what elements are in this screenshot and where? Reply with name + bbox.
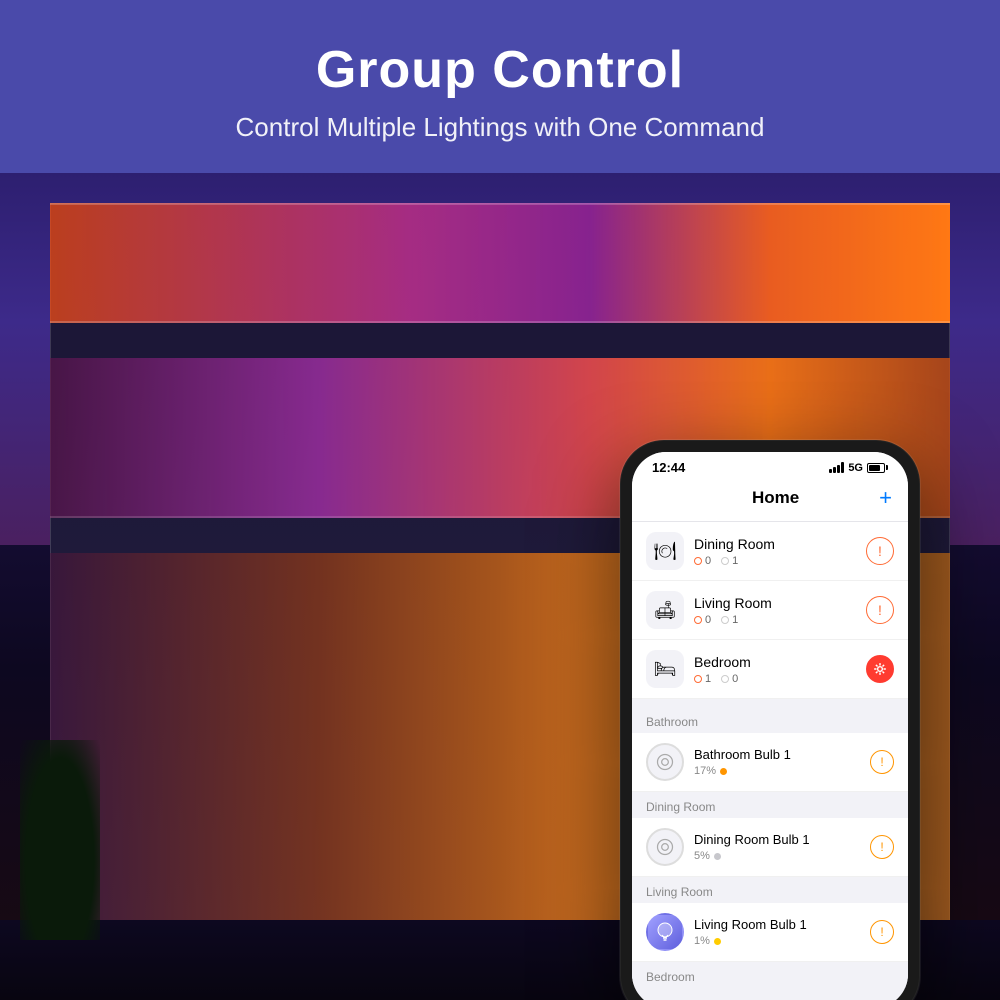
bedroom-section-header: Bedroom bbox=[632, 962, 908, 988]
tree-left bbox=[20, 740, 100, 940]
floor-upper bbox=[50, 203, 950, 323]
bathroom-bulb-name: Bathroom Bulb 1 bbox=[694, 747, 870, 762]
dining-room-action[interactable]: ! bbox=[866, 537, 894, 565]
bedroom-stat1: 1 bbox=[694, 673, 711, 685]
bedroom-device-section: Bedroom bbox=[632, 962, 908, 988]
bathroom-alert-icon[interactable]: ! bbox=[870, 750, 894, 774]
room-row[interactable]: 🛏 Bedroom 1 bbox=[632, 640, 908, 699]
bathroom-device-list: Bathroom Bulb 1 17% ! bbox=[632, 733, 908, 792]
dining-device-section: Dining Room bbox=[632, 792, 908, 877]
dining-section-header: Dining Room bbox=[632, 792, 908, 818]
bathroom-brightness: 17% bbox=[694, 765, 716, 777]
living-room-icon: 🛋 bbox=[646, 591, 684, 629]
living-room-info: Living Room 0 1 bbox=[694, 595, 866, 626]
app-content[interactable]: 🍽 Dining Room 0 bbox=[632, 522, 908, 1000]
living-bulb-info: Living Room Bulb 1 1% bbox=[694, 917, 870, 947]
dining-stat1: 0 bbox=[694, 555, 711, 567]
bedroom-stat2: 0 bbox=[721, 673, 738, 685]
header-section: Group Control Control Multiple Lightings… bbox=[0, 0, 1000, 173]
phone-container: 12:44 5G bbox=[620, 440, 920, 1000]
bedroom-stat2-count: 0 bbox=[732, 673, 738, 685]
status-time: 12:44 bbox=[652, 460, 685, 475]
room-groups: 🍽 Dining Room 0 bbox=[632, 522, 908, 699]
dining-status-dot bbox=[714, 853, 721, 860]
living-device-section: Living Room bbox=[632, 877, 908, 962]
add-button[interactable]: + bbox=[879, 485, 892, 511]
battery-icon bbox=[867, 463, 888, 473]
app-title: Home bbox=[672, 488, 879, 508]
status-icons: 5G bbox=[829, 462, 888, 474]
phone-screen: 12:44 5G bbox=[632, 452, 908, 1000]
dining-bulb-name: Dining Room Bulb 1 bbox=[694, 832, 870, 847]
living-room-stats: 0 1 bbox=[694, 614, 866, 626]
living-bulb-status: 1% bbox=[694, 935, 870, 947]
dining-stat1-count: 0 bbox=[705, 555, 711, 567]
page-wrapper: Group Control Control Multiple Lightings… bbox=[0, 0, 1000, 1000]
dining-bulb-icon bbox=[646, 828, 684, 866]
bedroom-info: Bedroom 1 0 bbox=[694, 654, 866, 685]
living-section-header: Living Room bbox=[632, 877, 908, 903]
living-room-name: Living Room bbox=[694, 595, 866, 611]
dining-room-name: Dining Room bbox=[694, 536, 866, 552]
living-stat1-count: 0 bbox=[705, 614, 711, 626]
signal-bars-icon bbox=[829, 462, 844, 473]
bedroom-stat1-count: 1 bbox=[705, 673, 711, 685]
living-bulb-icon bbox=[646, 913, 684, 951]
device-row[interactable]: Living Room Bulb 1 1% ! bbox=[632, 903, 908, 962]
bathroom-bulb-icon bbox=[646, 743, 684, 781]
bedroom-icon: 🛏 bbox=[646, 650, 684, 688]
dining-brightness: 5% bbox=[694, 850, 710, 862]
dining-room-icon: 🍽 bbox=[646, 532, 684, 570]
living-bulb-name: Living Room Bulb 1 bbox=[694, 917, 870, 932]
device-row[interactable]: Bathroom Bulb 1 17% ! bbox=[632, 733, 908, 792]
living-status-dot bbox=[714, 938, 721, 945]
dining-bulb-info: Dining Room Bulb 1 5% bbox=[694, 832, 870, 862]
bedroom-name: Bedroom bbox=[694, 654, 866, 670]
dining-bulb-status: 5% bbox=[694, 850, 870, 862]
device-row[interactable]: Dining Room Bulb 1 5% ! bbox=[632, 818, 908, 877]
living-stat1: 0 bbox=[694, 614, 711, 626]
dining-room-info: Dining Room 0 1 bbox=[694, 536, 866, 567]
dining-room-stats: 0 1 bbox=[694, 555, 866, 567]
network-label: 5G bbox=[848, 462, 863, 474]
living-stat2: 1 bbox=[721, 614, 738, 626]
bedroom-room-action[interactable] bbox=[866, 655, 894, 683]
bathroom-section-header: Bathroom bbox=[632, 707, 908, 733]
sub-title: Control Multiple Lightings with One Comm… bbox=[20, 112, 980, 143]
room-row[interactable]: 🛋 Living Room 0 bbox=[632, 581, 908, 640]
dining-device-list: Dining Room Bulb 1 5% ! bbox=[632, 818, 908, 877]
main-title: Group Control bbox=[20, 40, 980, 100]
house-section: 12:44 5G bbox=[0, 173, 1000, 1000]
bathroom-bulb-status: 17% bbox=[694, 765, 870, 777]
living-device-list: Living Room Bulb 1 1% ! bbox=[632, 903, 908, 962]
dining-stat2-count: 1 bbox=[732, 555, 738, 567]
bathroom-status-dot bbox=[720, 768, 727, 775]
living-stat2-count: 1 bbox=[732, 614, 738, 626]
bathroom-section: Bathroom bbox=[632, 707, 908, 792]
living-brightness: 1% bbox=[694, 935, 710, 947]
phone-frame: 12:44 5G bbox=[620, 440, 920, 1000]
living-alert-icon[interactable]: ! bbox=[870, 920, 894, 944]
status-bar: 12:44 5G bbox=[632, 452, 908, 479]
dining-alert-icon[interactable]: ! bbox=[870, 835, 894, 859]
app-header: Home + bbox=[632, 479, 908, 522]
bathroom-bulb-info: Bathroom Bulb 1 17% bbox=[694, 747, 870, 777]
living-room-action[interactable]: ! bbox=[866, 596, 894, 624]
dining-stat2: 1 bbox=[721, 555, 738, 567]
room-row[interactable]: 🍽 Dining Room 0 bbox=[632, 522, 908, 581]
bedroom-stats: 1 0 bbox=[694, 673, 866, 685]
